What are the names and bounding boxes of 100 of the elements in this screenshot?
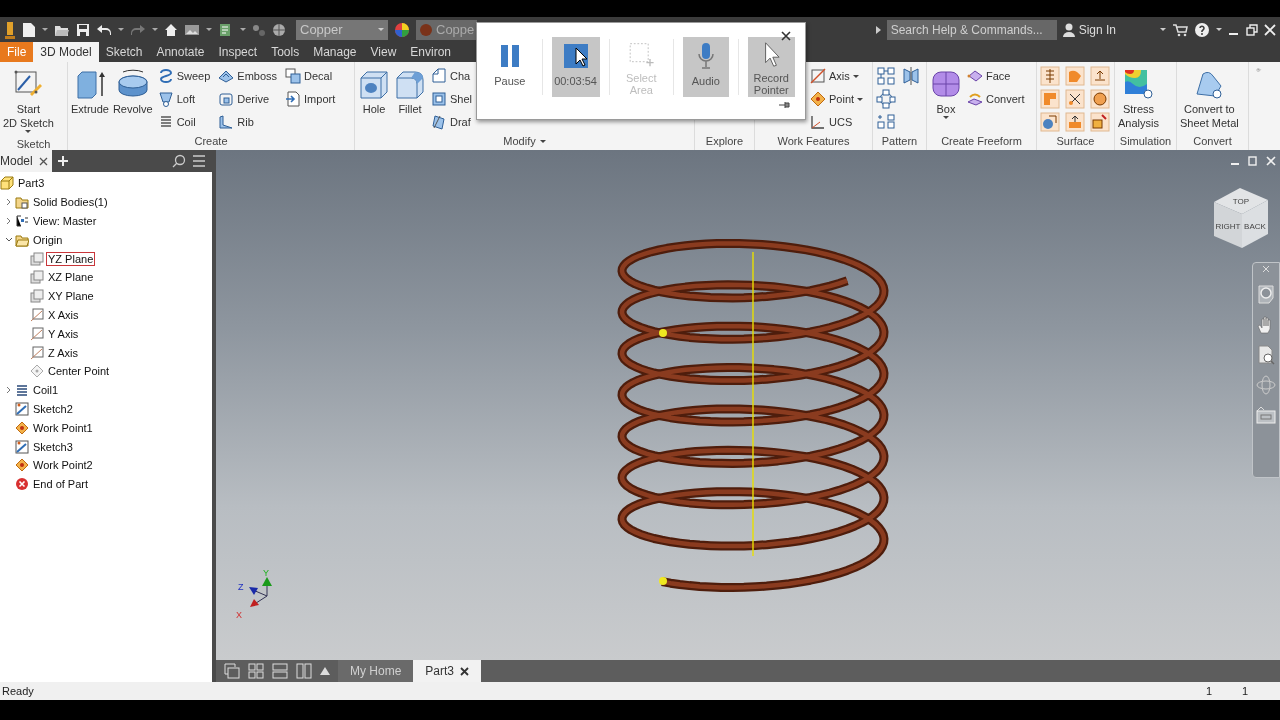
expand-arrow-icon[interactable] [875, 25, 881, 34]
tree-item[interactable]: YZ Plane [46, 251, 96, 266]
cascade-windows-icon[interactable] [224, 663, 240, 679]
ribbon-tool-button[interactable]: Extrude [71, 66, 109, 118]
zoom-icon[interactable] [1256, 345, 1276, 365]
picture-icon[interactable] [184, 22, 200, 37]
ribbon-tool-button[interactable]: Sweep [156, 66, 212, 86]
ribbon-tool-button[interactable]: Hole [358, 66, 390, 118]
tree-item[interactable]: Coil1 [31, 383, 61, 398]
sketch-pattern-icon[interactable] [876, 112, 896, 132]
search-field[interactable]: Search Help & Commands... [886, 19, 1057, 40]
browser-tab[interactable]: Model [0, 150, 52, 172]
ribbon-tab[interactable]: View [363, 42, 404, 62]
tree-item[interactable]: Center Point [46, 364, 112, 379]
ribbon-tool-button[interactable]: Decal [284, 66, 337, 86]
ribbon-tab[interactable]: Environ [403, 42, 458, 62]
tree-item[interactable]: Solid Bodies(1) [31, 195, 110, 210]
tree-item[interactable]: Sketch3 [31, 439, 75, 454]
recorder-button[interactable]: Pause [487, 37, 533, 97]
vertical-split-icon[interactable] [296, 663, 312, 679]
view-cube-label[interactable]: TOP [1232, 197, 1250, 206]
search-icon[interactable] [172, 154, 186, 168]
app-logo-icon[interactable] [4, 19, 16, 40]
ribbon-tool-button[interactable]: Face [966, 66, 1026, 86]
redo-icon[interactable] [130, 23, 146, 36]
tree-item[interactable]: Y Axis [46, 326, 81, 341]
tree-item[interactable]: Z Axis [46, 345, 80, 360]
tree-item[interactable]: XY Plane [46, 289, 96, 304]
tree-item[interactable]: Sketch2 [31, 401, 75, 416]
ribbon-tab[interactable]: Inspect [211, 42, 265, 62]
surface-tool-icon[interactable] [1065, 89, 1085, 109]
tree-item[interactable]: Work Point1 [31, 420, 95, 435]
chevron-right-icon[interactable] [4, 198, 13, 207]
ribbon-tab[interactable]: Manage [306, 42, 364, 62]
ribbon-tool-button[interactable]: Import [284, 89, 337, 109]
recorder-button[interactable]: Record Pointer [747, 37, 795, 97]
tree-item[interactable]: Origin [31, 232, 65, 247]
recorder-button[interactable]: Audio [683, 37, 729, 97]
globe-icon[interactable] [272, 22, 286, 37]
sign-in-button[interactable]: Sign In [1062, 22, 1116, 37]
horizontal-split-icon[interactable] [272, 663, 288, 679]
ribbon-tab[interactable]: 3D Model [33, 42, 99, 62]
close-icon[interactable] [460, 666, 470, 676]
close-icon[interactable] [38, 156, 48, 166]
look-at-icon[interactable] [1255, 405, 1277, 425]
ribbon-tool-button[interactable]: Start 2D Sketch [3, 66, 54, 137]
ribbon-tool-button[interactable]: Loft [156, 89, 212, 109]
tree-item[interactable]: X Axis [46, 307, 81, 322]
ribbon-tool-button[interactable]: Cha [430, 66, 474, 86]
triangle-up-icon[interactable] [320, 667, 330, 675]
tree-item[interactable]: XZ Plane [46, 270, 96, 285]
ribbon-tool-button[interactable]: Derive [217, 89, 279, 109]
ribbon-tab[interactable]: Sketch [98, 42, 150, 62]
menu-icon[interactable] [192, 155, 206, 167]
document-tab[interactable]: Part3 [413, 660, 482, 682]
chevron-down-icon[interactable] [4, 235, 13, 244]
view-cube-label[interactable]: BACK [1244, 222, 1266, 231]
add-icon[interactable] [57, 156, 68, 166]
tree-item[interactable]: View: Master [31, 214, 99, 228]
circular-pattern-icon[interactable] [876, 89, 896, 109]
ribbon-tool-button[interactable]: Rib [217, 112, 279, 132]
recorder-button[interactable]: 00:03:54 [551, 37, 600, 97]
restore-icon[interactable] [1246, 23, 1258, 36]
mirror-icon[interactable] [901, 66, 921, 86]
ribbon-tool-button[interactable]: Stress Analysis [1118, 66, 1159, 132]
ribbon-tool-button[interactable]: Draf [430, 112, 474, 132]
view-cube[interactable] [1214, 188, 1268, 248]
restore-icon[interactable] [1248, 156, 1258, 166]
home-icon[interactable] [164, 22, 178, 37]
ribbon-tool-button[interactable]: Fillet [394, 66, 426, 118]
help-icon[interactable] [1194, 21, 1210, 38]
ribbon-tool-button[interactable]: UCS [809, 112, 865, 132]
ribbon-tool-button[interactable]: Revolve [112, 66, 153, 118]
dots-icon[interactable] [252, 22, 266, 37]
close-icon[interactable] [781, 31, 791, 41]
chevron-right-icon[interactable] [4, 217, 13, 225]
surface-tool-icon[interactable] [1090, 89, 1110, 109]
ribbon-tool-button[interactable]: Emboss [217, 66, 279, 86]
ribbon-tool-button[interactable]: Convert to Sheet Metal [1180, 66, 1239, 132]
ribbon-tool-button[interactable]: Point [809, 89, 865, 109]
panel-title[interactable]: Modify [503, 135, 546, 147]
save-icon[interactable] [76, 22, 90, 37]
tree-item[interactable]: Work Point2 [31, 458, 95, 473]
rectangular-pattern-icon[interactable] [876, 66, 896, 86]
tile-windows-icon[interactable] [248, 663, 264, 679]
steering-wheel-icon[interactable] [1256, 283, 1276, 305]
view-cube-label[interactable]: RIGHT [1215, 222, 1241, 231]
ribbon-tool-button[interactable]: Box [930, 66, 962, 123]
ribbon-tool-button[interactable]: Coil [156, 112, 212, 132]
tree-item[interactable]: Part3 [16, 176, 47, 191]
document-tab[interactable]: My Home [338, 660, 414, 682]
ribbon-tab[interactable]: Annotate [149, 42, 212, 62]
undo-icon[interactable] [96, 23, 112, 36]
tree-item[interactable]: End of Part [31, 477, 91, 492]
ribbon-tool-button[interactable]: Axis [809, 66, 865, 86]
new-file-icon[interactable] [22, 21, 36, 38]
ribbon-tab[interactable]: Tools [264, 42, 307, 62]
ribbon-tool-button[interactable]: Shel [430, 89, 474, 109]
chevron-right-icon[interactable] [4, 386, 13, 395]
cart-icon[interactable] [1172, 22, 1188, 37]
